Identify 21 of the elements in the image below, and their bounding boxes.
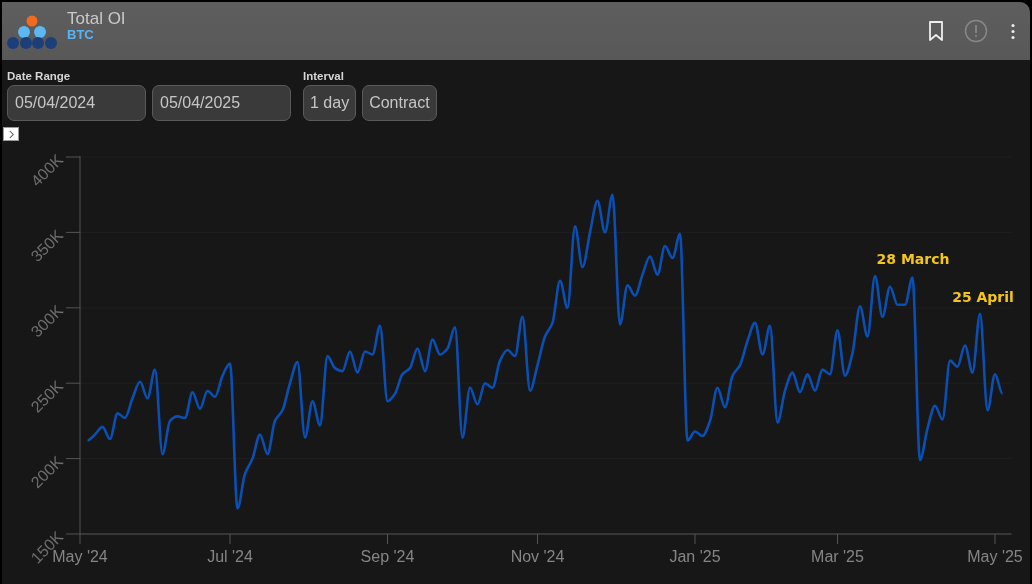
x-tick-label: Sep '24	[360, 548, 415, 565]
more-menu-icon[interactable]	[1010, 22, 1016, 40]
x-tick-label: Nov '24	[510, 548, 565, 565]
bookmark-icon[interactable]	[928, 21, 944, 41]
chart-title: Total OI	[67, 9, 126, 28]
x-tick-label: Jan '25	[669, 548, 721, 565]
expand-button[interactable]	[3, 127, 19, 141]
start-date-field[interactable]: 05/04/2024	[7, 85, 146, 121]
interval-button[interactable]: 1 day	[303, 85, 357, 121]
chevron-icon	[7, 129, 15, 139]
end-date-field[interactable]: 05/04/2025	[152, 85, 291, 121]
logo-icon	[7, 15, 57, 51]
annotation-label: 25 April	[952, 289, 1014, 305]
x-tick-label: Jul '24	[207, 548, 253, 565]
annotation-label: 28 March	[876, 251, 950, 267]
contract-button[interactable]: Contract	[362, 85, 437, 121]
asset-label: BTC	[67, 27, 95, 41]
date-range-label: Date Range	[7, 70, 71, 82]
interval-label: Interval	[303, 70, 344, 82]
x-tick-label: May '25	[967, 548, 1023, 565]
x-tick-label: Mar '25	[811, 548, 864, 565]
